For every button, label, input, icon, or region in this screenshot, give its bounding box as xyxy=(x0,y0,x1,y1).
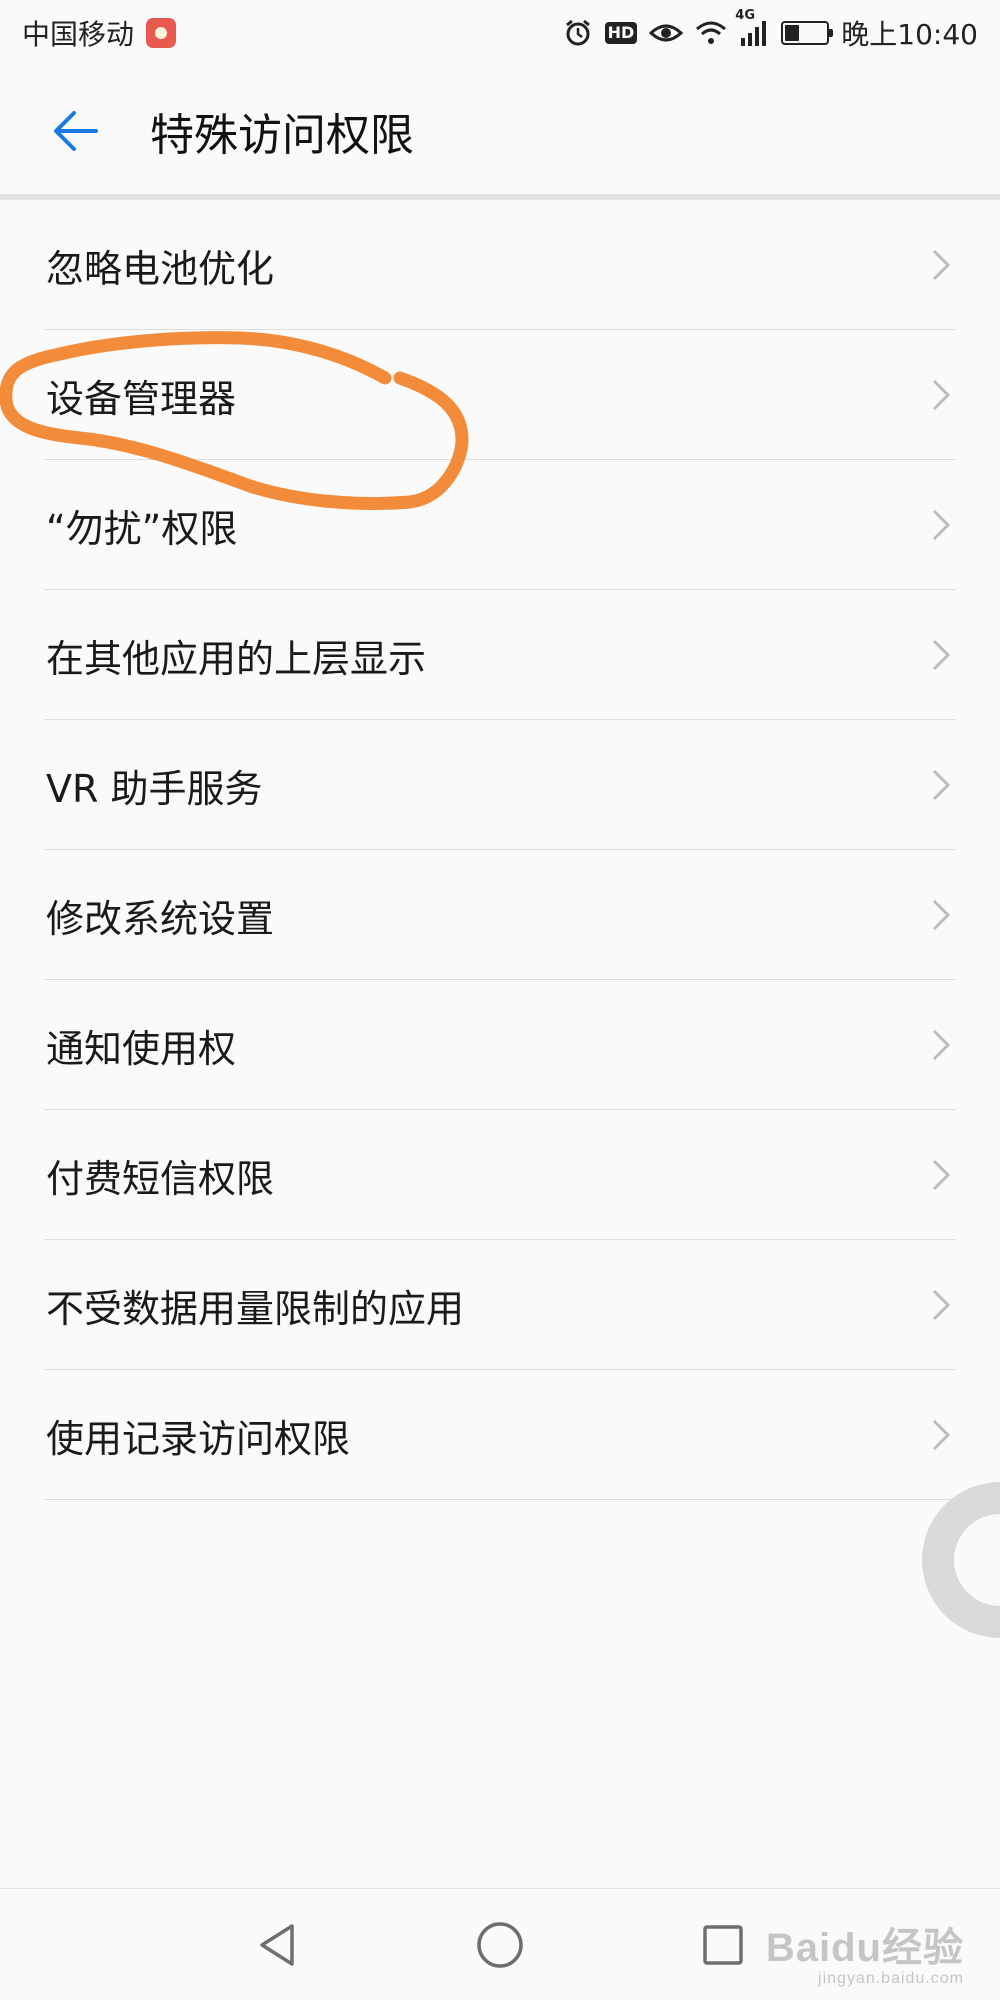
clock: 晚上10:40 xyxy=(841,18,978,51)
chevron-right-icon xyxy=(932,509,951,541)
chevron-right-icon xyxy=(932,379,951,411)
chevron-right-icon xyxy=(932,1419,951,1451)
list-item-usage-access[interactable]: 使用记录访问权限 xyxy=(0,1370,1000,1500)
battery-icon xyxy=(781,21,834,45)
floating-assistive-ball[interactable] xyxy=(904,1480,1000,1640)
nav-recents-button[interactable] xyxy=(690,1912,756,1978)
chevron-right-icon xyxy=(932,769,951,801)
list-item-label: 不受数据用量限制的应用 xyxy=(46,1286,465,1331)
eye-icon xyxy=(649,21,684,45)
chevron-right-icon xyxy=(932,1159,951,1191)
list-item-label: 使用记录访问权限 xyxy=(46,1416,351,1461)
chevron-right-icon xyxy=(932,1029,951,1061)
list-item-label: 付费短信权限 xyxy=(46,1156,275,1201)
chevron-right-icon xyxy=(932,1289,951,1321)
list-item-label: VR 助手服务 xyxy=(46,766,263,811)
nav-divider xyxy=(0,1888,1000,1889)
chevron-right-icon xyxy=(932,899,951,931)
watermark-main: Baidu经验 xyxy=(765,1926,964,1970)
watermark-sub: jingyan.baidu.com xyxy=(818,1970,964,1987)
list-item-premium-sms-access[interactable]: 付费短信权限 xyxy=(0,1110,1000,1240)
list-item-label: 修改系统设置 xyxy=(46,896,275,941)
list-item-notification-access[interactable]: 通知使用权 xyxy=(0,980,1000,1110)
nav-home-button[interactable] xyxy=(467,1912,533,1978)
carrier-name: 中国移动 xyxy=(22,18,135,51)
recents-square-icon xyxy=(703,1925,743,1965)
status-bar: 中国移动 HD 4G 晚上10:40 xyxy=(0,0,1000,66)
wifi-icon xyxy=(695,20,727,46)
chevron-right-icon xyxy=(932,249,951,281)
status-bar-right: HD 4G 晚上10:40 xyxy=(563,8,978,53)
network-type-label: 4G xyxy=(735,8,756,23)
signal-icon: 4G xyxy=(735,8,769,46)
hd-icon: HD xyxy=(604,22,638,44)
list-item-do-not-disturb-access[interactable]: “勿扰”权限 xyxy=(0,460,1000,590)
list-item-display-over-other-apps[interactable]: 在其他应用的上层显示 xyxy=(0,590,1000,720)
list-item-modify-system-settings[interactable]: 修改系统设置 xyxy=(0,850,1000,980)
list-item-ignore-battery-optimization[interactable]: 忽略电池优化 xyxy=(0,200,1000,330)
list-item-vr-helper-services[interactable]: VR 助手服务 xyxy=(0,720,1000,850)
alarm-icon xyxy=(563,18,593,48)
list-item-label: 通知使用权 xyxy=(46,1026,237,1071)
settings-list: 忽略电池优化 设备管理器 “勿扰”权限 在其他应用的上层显示 VR 助手服务 修… xyxy=(0,200,1000,1500)
app-header: 特殊访问权限 xyxy=(0,66,1000,196)
nav-back-button[interactable] xyxy=(244,1912,310,1978)
chevron-right-icon xyxy=(932,639,951,671)
battery-level-fill xyxy=(785,25,800,41)
page-title: 特殊访问权限 xyxy=(150,110,414,161)
baidu-jingyan-watermark: Baidu经验 jingyan.baidu.com xyxy=(766,1926,964,1988)
carrier-app-icon xyxy=(146,18,177,48)
list-item-label: “勿扰”权限 xyxy=(46,506,238,551)
list-item-label: 在其他应用的上层显示 xyxy=(46,636,427,681)
back-triangle-icon xyxy=(260,1924,294,1966)
list-item-device-admin[interactable]: 设备管理器 xyxy=(0,330,1000,460)
back-arrow-icon xyxy=(54,111,98,151)
status-bar-left: 中国移动 xyxy=(22,13,177,53)
list-item-label: 设备管理器 xyxy=(46,376,237,421)
navigation-bar: Baidu经验 jingyan.baidu.com xyxy=(0,1890,1000,2000)
home-circle-icon xyxy=(477,1922,523,1968)
list-item-label: 忽略电池优化 xyxy=(46,246,275,291)
back-button[interactable] xyxy=(36,91,116,171)
floating-ball-icon xyxy=(922,1482,1000,1638)
list-item-unrestricted-data[interactable]: 不受数据用量限制的应用 xyxy=(0,1240,1000,1370)
